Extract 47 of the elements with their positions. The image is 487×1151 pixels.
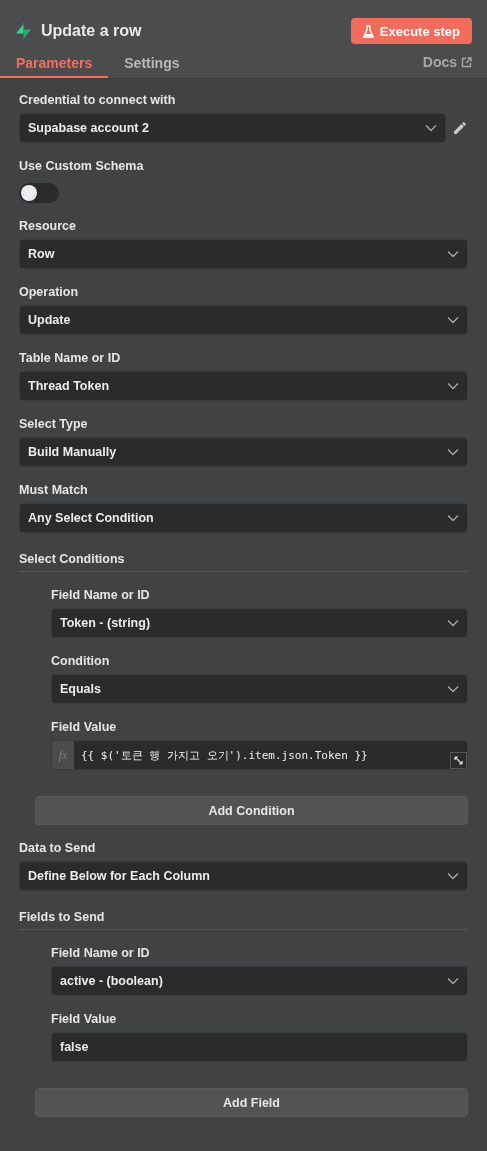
text-field[interactable]: false bbox=[51, 1032, 468, 1062]
pencil-icon[interactable] bbox=[452, 120, 468, 136]
field-label: Resource bbox=[19, 219, 77, 233]
field-label: Operation bbox=[19, 285, 80, 299]
select-field[interactable]: Row bbox=[19, 239, 468, 269]
select-field[interactable]: Any Select Condition bbox=[19, 503, 468, 533]
select-field[interactable]: Supabase account 2 bbox=[19, 113, 446, 143]
chevron-down-icon bbox=[447, 514, 459, 522]
chevron-down-icon bbox=[447, 685, 459, 693]
section-title: Select Conditions bbox=[19, 552, 125, 566]
add-button[interactable]: Add Condition bbox=[35, 796, 468, 825]
section-title: Fields to Send bbox=[19, 910, 105, 924]
chevron-down-icon bbox=[447, 977, 459, 985]
field-label: Use Custom Schema bbox=[19, 159, 145, 173]
select-field[interactable]: Update bbox=[19, 305, 468, 335]
field-label: Field Name or ID bbox=[51, 946, 151, 960]
chevron-down-icon bbox=[447, 382, 459, 390]
docs-link[interactable]: Docs bbox=[422, 54, 472, 70]
select-field[interactable]: Equals bbox=[51, 674, 468, 704]
select-field[interactable]: active - (boolean) bbox=[51, 966, 468, 996]
field-label: Field Value bbox=[51, 1012, 118, 1026]
field-label: Field Value bbox=[51, 720, 118, 734]
flask-icon bbox=[362, 24, 374, 38]
lightning-logo-icon bbox=[14, 21, 33, 41]
field-label: Field Name or ID bbox=[51, 588, 151, 602]
chevron-down-icon bbox=[425, 124, 437, 132]
chevron-down-icon bbox=[447, 872, 459, 880]
select-field[interactable]: Define Below for Each Column bbox=[19, 861, 468, 891]
field-label: Condition bbox=[51, 654, 111, 668]
tab[interactable]: Settings bbox=[108, 50, 196, 78]
chevron-down-icon bbox=[447, 316, 459, 324]
field-label: Select Type bbox=[19, 417, 89, 431]
chevron-down-icon bbox=[447, 250, 459, 258]
toggle-switch[interactable] bbox=[19, 183, 59, 203]
field-label: Table Name or ID bbox=[19, 351, 122, 365]
field-label: Must Match bbox=[19, 483, 89, 497]
expand-icon[interactable] bbox=[450, 752, 467, 769]
field-label: Credential to connect with bbox=[19, 93, 177, 107]
field-label: Data to Send bbox=[19, 841, 97, 855]
chevron-down-icon bbox=[447, 448, 459, 456]
select-field[interactable]: Thread Token bbox=[19, 371, 468, 401]
external-link-icon bbox=[461, 56, 472, 68]
chevron-down-icon bbox=[447, 619, 459, 627]
add-button[interactable]: Add Field bbox=[35, 1088, 468, 1117]
select-field[interactable]: Token - (string) bbox=[51, 608, 468, 638]
node-title: Update a row bbox=[41, 22, 142, 40]
select-field[interactable]: Build Manually bbox=[19, 437, 468, 467]
